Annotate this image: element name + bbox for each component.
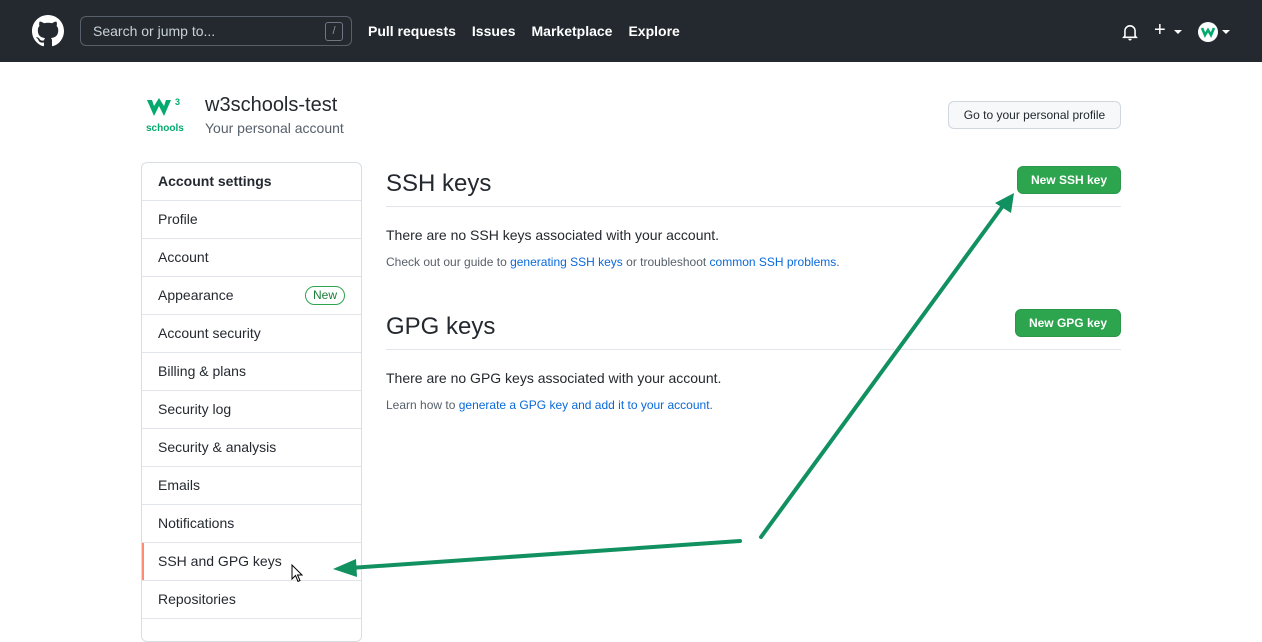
account-name[interactable]: w3schools-test [205,94,337,117]
global-nav: Pull requests Issues Marketplace Explore [368,23,680,39]
gpg-empty-message: There are no GPG keys associated with yo… [386,370,722,386]
gpg-note-text: . [709,398,713,412]
main-content: SSH keys New SSH key There are no SSH ke… [386,162,1121,412]
new-badge: New [304,286,345,305]
avatar-dropdown-caret-icon[interactable] [1222,30,1230,34]
new-gpg-key-button[interactable]: New GPG key [1014,309,1121,337]
sidebar-item-label: Appearance [158,287,234,303]
sidebar-item-security-log[interactable]: Security log [142,391,361,429]
w3schools-logo-icon: 3 schools [146,97,184,134]
ssh-keys-section: SSH keys New SSH key There are no SSH ke… [386,162,1121,269]
sidebar-header: Account settings [142,163,361,201]
keyboard-shortcut-hint: / [325,22,343,41]
ssh-help-note: Check out our guide to generating SSH ke… [386,255,1121,269]
go-to-profile-button[interactable]: Go to your personal profile [948,101,1121,129]
account-subtitle: Your personal account [205,120,344,136]
sidebar-item-billing[interactable]: Billing & plans [142,353,361,391]
sidebar-item-repositories[interactable]: Repositories [142,581,361,619]
arrow-to-ssh-gpg-sidebar [333,539,742,577]
ssh-note-text: or troubleshoot [622,255,710,269]
ssh-section-header: SSH keys New SSH key [386,162,1121,207]
nav-pull-requests[interactable]: Pull requests [368,23,456,39]
sidebar-item-security-analysis[interactable]: Security & analysis [142,429,361,467]
common-ssh-problems-link[interactable]: common SSH problems [710,255,837,269]
search-placeholder: Search or jump to... [93,23,216,39]
gpg-section-header: GPG keys New GPG key [386,305,1121,350]
ssh-note-text: . [836,255,840,269]
sidebar-item-profile[interactable]: Profile [142,201,361,239]
nav-issues[interactable]: Issues [472,23,516,39]
svg-text:schools: schools [146,123,184,134]
nav-explore[interactable]: Explore [628,23,679,39]
sidebar-item-account-security[interactable]: Account security [142,315,361,353]
top-navbar: Search or jump to... / Pull requests Iss… [0,0,1262,62]
gpg-keys-title: GPG keys [386,313,496,340]
svg-text:3: 3 [175,97,180,107]
gpg-help-note: Learn how to generate a GPG key and add … [386,398,1121,412]
w3schools-avatar-icon [1200,27,1216,38]
generating-ssh-keys-link[interactable]: generating SSH keys [510,255,623,269]
ssh-empty-message: There are no SSH keys associated with yo… [386,227,720,243]
user-avatar[interactable] [1198,22,1218,42]
nav-marketplace[interactable]: Marketplace [532,23,613,39]
gpg-keys-section: GPG keys New GPG key There are no GPG ke… [386,305,1121,412]
mouse-cursor-icon [291,564,304,583]
sidebar-item-ssh-gpg-keys[interactable]: SSH and GPG keys [142,543,361,581]
plus-icon[interactable]: + [1154,20,1166,40]
sidebar-item-emails[interactable]: Emails [142,467,361,505]
bell-icon[interactable] [1121,23,1139,41]
gpg-note-text: Learn how to [386,398,459,412]
ssh-keys-title: SSH keys [386,170,492,197]
search-input[interactable]: Search or jump to... / [80,16,352,46]
github-logo-icon[interactable] [32,15,64,47]
sidebar-item-account[interactable]: Account [142,239,361,277]
generate-gpg-key-link[interactable]: generate a GPG key and add it to your ac… [459,398,710,412]
plus-dropdown-caret-icon[interactable] [1174,30,1182,34]
sidebar-item-appearance[interactable]: Appearance New [142,277,361,315]
sidebar-item-notifications[interactable]: Notifications [142,505,361,543]
settings-sidebar: Account settings Profile Account Appeara… [141,162,362,642]
new-ssh-key-button[interactable]: New SSH key [1016,166,1121,194]
ssh-note-text: Check out our guide to [386,255,511,269]
